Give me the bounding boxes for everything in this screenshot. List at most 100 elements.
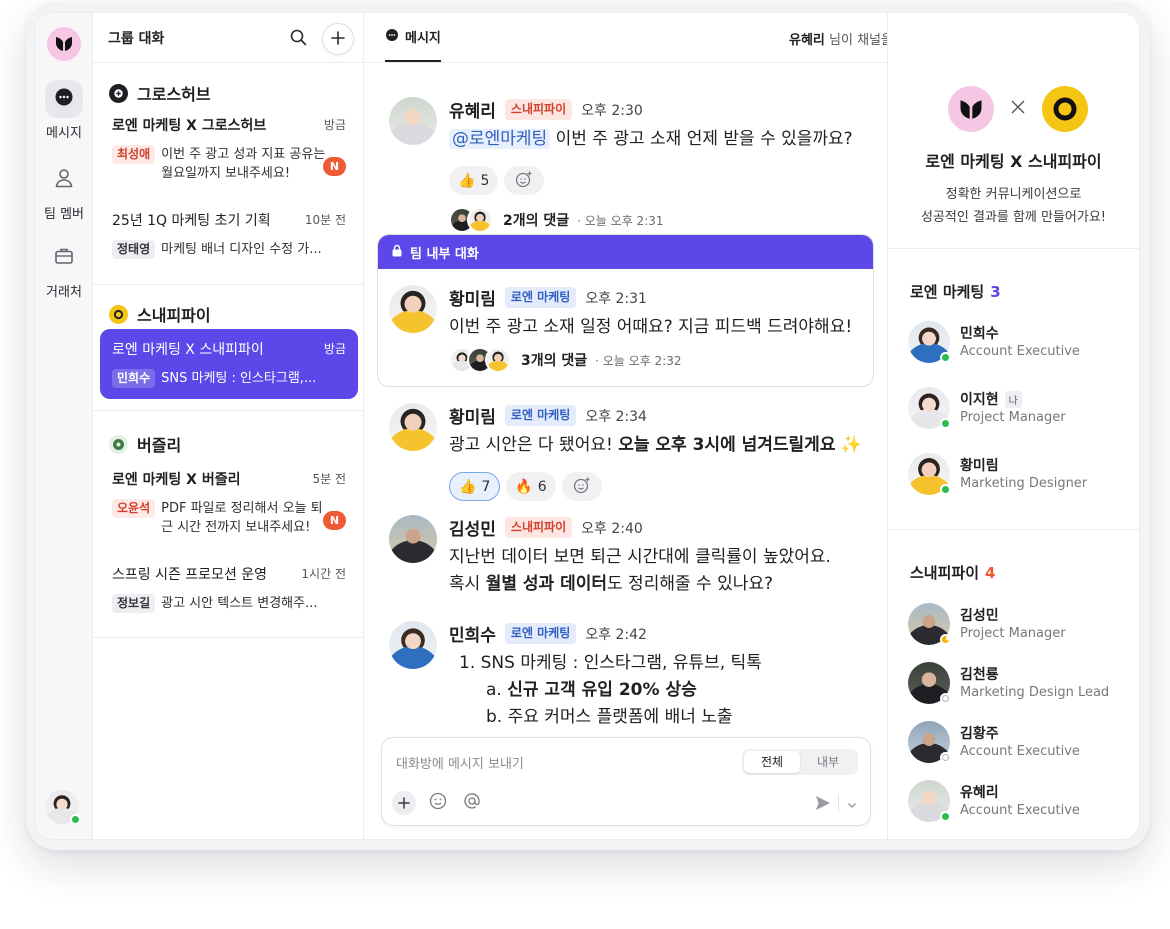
message-time: 오후 2:40 bbox=[581, 520, 643, 537]
conversation-panel: 그룹 대화 그로스허브 로엔 마케팅 X 그로스허브 방금 최성애 이번 주 광… bbox=[93, 13, 364, 839]
rail-label: 메시지 bbox=[46, 126, 82, 141]
org-badge: 스내피파이 bbox=[504, 99, 573, 120]
rail-messages-button[interactable] bbox=[45, 80, 83, 118]
group-header[interactable]: 그로스허브 bbox=[109, 81, 211, 105]
conversation-item[interactable]: 25년 1Q 마케팅 초기 기획 10분 전 정태영 마케팅 배너 디자인 수정… bbox=[100, 200, 358, 270]
new-conversation-button[interactable] bbox=[322, 23, 354, 55]
member-item[interactable]: 김황주 Account Executive bbox=[908, 719, 1138, 767]
my-avatar[interactable] bbox=[45, 790, 81, 825]
member-name: 황미림 bbox=[960, 455, 999, 475]
reaction-thumbs-up[interactable]: 👍 7 bbox=[449, 472, 501, 501]
member-item[interactable]: 황미림 Marketing Designer bbox=[908, 451, 1138, 499]
avatar bbox=[908, 603, 951, 645]
rail-item-messages[interactable]: 메시지 bbox=[35, 80, 93, 141]
member-item[interactable]: 유혜리 Account Executive bbox=[908, 778, 1138, 826]
member-item[interactable]: 김천룡 Marketing Design Lead bbox=[908, 660, 1138, 708]
message-input[interactable]: 대화방에 메시지 보내기 bbox=[396, 753, 524, 772]
app-logo[interactable] bbox=[47, 27, 81, 61]
emoji-button[interactable] bbox=[426, 791, 450, 815]
new-badge: N bbox=[323, 511, 346, 530]
group-header[interactable]: 스내피파이 bbox=[109, 302, 211, 326]
reaction-emoji: 👍 bbox=[459, 478, 477, 495]
member-name-text: 민희수 bbox=[960, 326, 999, 342]
me-badge: 나 bbox=[1004, 390, 1022, 408]
conversation-time: 5분 전 bbox=[312, 472, 346, 486]
smiley-add-icon bbox=[573, 476, 591, 498]
plus-icon bbox=[331, 30, 345, 49]
conversation-item[interactable]: 로엔 마케팅 X 버즐리 5분 전 오윤석 PDF 파일로 정리해서 오늘 퇴근… bbox=[100, 459, 358, 535]
add-reaction-button[interactable] bbox=[561, 472, 602, 501]
org-badge: 스내피파이 bbox=[504, 517, 573, 538]
thread-summary[interactable]: 3개의 댓글 · 오늘 오후 2:32 bbox=[449, 347, 682, 373]
member-name: 김황주 bbox=[960, 723, 999, 743]
group-header[interactable]: 버즐리 bbox=[109, 432, 181, 456]
sender-name[interactable]: 황미림 bbox=[449, 403, 496, 428]
sender-tag: 정보길 bbox=[112, 594, 156, 613]
avatar[interactable] bbox=[389, 285, 437, 333]
member-role: Project Manager bbox=[960, 626, 1066, 641]
org-badge: 로엔 마케팅 bbox=[504, 287, 577, 308]
avatar[interactable] bbox=[389, 515, 437, 563]
conversation-title: 로엔 마케팅 X 스내피파이 bbox=[112, 342, 264, 358]
reaction-count: 7 bbox=[481, 478, 491, 495]
chevron-down-icon[interactable] bbox=[846, 796, 858, 815]
avatar[interactable] bbox=[389, 403, 437, 451]
reaction-emoji: 🔥 bbox=[515, 478, 533, 495]
member-item[interactable]: 이지현 나 Project Manager bbox=[908, 385, 1138, 433]
member-name-text: 유혜리 bbox=[960, 785, 999, 801]
conversation-item-active[interactable]: 로엔 마케팅 X 스내피파이 방금 민희수 SNS 마케팅 : 인스타그램,..… bbox=[100, 329, 358, 399]
growthhub-logo-icon bbox=[109, 83, 128, 103]
person-icon bbox=[53, 167, 75, 193]
team-count: 3 bbox=[990, 283, 1001, 301]
search-icon[interactable] bbox=[290, 29, 307, 50]
tab-messages[interactable]: 메시지 bbox=[385, 27, 441, 46]
avatar bbox=[485, 347, 511, 373]
chat-icon bbox=[54, 87, 74, 111]
sender-name[interactable]: 민희수 bbox=[449, 621, 496, 646]
member-name: 유혜리 bbox=[960, 782, 999, 802]
send-icon[interactable] bbox=[814, 794, 832, 816]
rail-label: 거래처 bbox=[46, 285, 82, 300]
conversation-item[interactable]: 로엔 마케팅 X 그로스허브 방금 최성애 이번 주 광고 성과 지표 공유는 … bbox=[100, 105, 358, 181]
mention[interactable]: @로엔마케팅 bbox=[449, 129, 551, 149]
conversation-time: 10분 전 bbox=[304, 213, 346, 227]
channel-brand: 로엔 마케팅 X 스내피파이 정확한 커뮤니케이션으로 성공적인 결과를 함께 … bbox=[888, 13, 1139, 249]
mention-button[interactable] bbox=[460, 791, 484, 815]
add-reaction-button[interactable] bbox=[504, 166, 545, 195]
audience-all-option[interactable]: 전체 bbox=[744, 751, 800, 773]
sender-name[interactable]: 김성민 bbox=[449, 515, 496, 540]
avatar[interactable] bbox=[389, 621, 437, 669]
rail-clients-button[interactable] bbox=[45, 239, 83, 277]
member-item[interactable]: 민희수 Account Executive bbox=[908, 319, 1138, 367]
internal-label: 팀 내부 대화 bbox=[410, 246, 479, 262]
smiley-icon bbox=[429, 792, 447, 814]
internal-conversation-box: 팀 내부 대화 황미림 로엔 마케팅 오후 2:31 이번 주 광고 소재 일정… bbox=[377, 234, 874, 387]
reaction-fire[interactable]: 🔥 6 bbox=[506, 472, 556, 501]
audience-internal-option[interactable]: 내부 bbox=[800, 751, 856, 773]
member-item[interactable]: 김성민 Project Manager bbox=[908, 601, 1138, 649]
chat-area: 메시지 유혜리 님이 채널을 보고 있어요 +3 공유 bbox=[365, 13, 1127, 839]
online-status-dot bbox=[940, 352, 951, 363]
avatar[interactable] bbox=[389, 97, 437, 145]
message-header: 황미림 로엔 마케팅 오후 2:31 bbox=[449, 285, 647, 310]
sender-name[interactable]: 유혜리 bbox=[449, 97, 496, 122]
rail-item-team-members[interactable]: 팀 멤버 bbox=[35, 161, 93, 222]
sender-name[interactable]: 황미림 bbox=[449, 285, 496, 310]
conversation-item[interactable]: 스프링 시즌 프로모션 운영 1시간 전 정보길 광고 시안 텍스트 변경해주.… bbox=[100, 554, 358, 624]
conversation-title: 로엔 마케팅 X 그로스허브 bbox=[112, 118, 267, 134]
rail-item-clients[interactable]: 거래처 bbox=[35, 239, 93, 300]
avatar bbox=[908, 662, 951, 704]
rail-team-button[interactable] bbox=[45, 161, 83, 199]
at-sign-icon bbox=[463, 792, 481, 814]
active-tab-indicator bbox=[385, 60, 441, 62]
attach-button[interactable] bbox=[392, 791, 416, 815]
message-time: 오후 2:31 bbox=[585, 290, 647, 307]
team-header: 로엔 마케팅 3 bbox=[910, 281, 1001, 302]
member-name-text: 김천룡 bbox=[960, 667, 999, 683]
reaction-thumbs-up[interactable]: 👍 5 bbox=[449, 166, 499, 195]
avatar bbox=[467, 207, 493, 233]
panel-header: 그룹 대화 bbox=[93, 13, 363, 63]
thread-summary[interactable]: 2개의 댓글 · 오늘 오후 2:31 bbox=[449, 207, 664, 233]
group-divider bbox=[93, 284, 363, 285]
list-subitem: a. 신규 고객 유입 20% 상승 bbox=[459, 677, 762, 704]
